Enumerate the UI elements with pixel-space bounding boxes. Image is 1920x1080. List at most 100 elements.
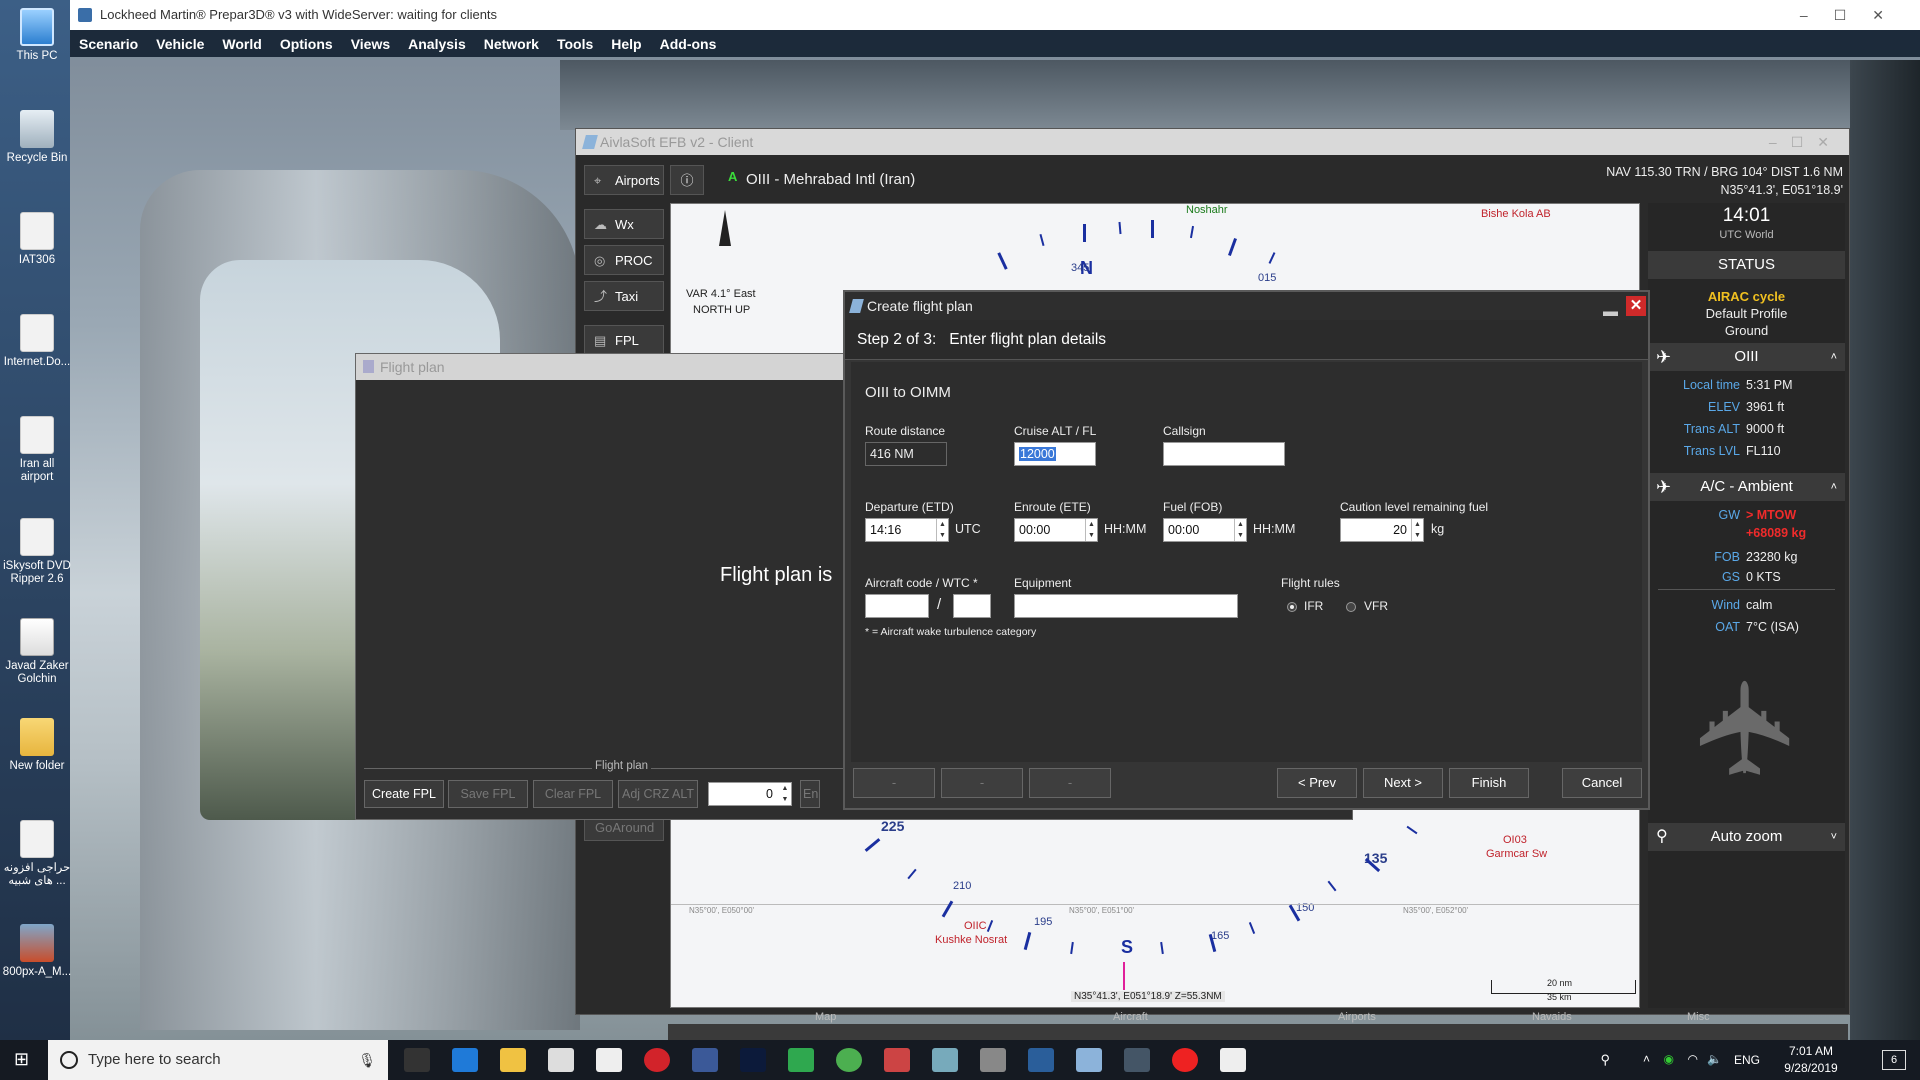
- windows-start-icon[interactable]: ⊞: [14, 1049, 29, 1070]
- people-icon[interactable]: ⚲: [1600, 1052, 1610, 1068]
- iran-airport-shortcut[interactable]: Iran all airport: [2, 416, 72, 484]
- menu-scenario[interactable]: Scenario: [79, 36, 138, 52]
- menu-options[interactable]: Options: [280, 36, 333, 52]
- photos-icon[interactable]: [1220, 1048, 1246, 1072]
- fuel-stepper[interactable]: 00:00 ▲ ▼: [1163, 518, 1247, 542]
- save-fpl-button[interactable]: Save FPL: [448, 780, 528, 808]
- iat306-shortcut[interactable]: IAT306: [2, 212, 72, 267]
- ifr-radio[interactable]: [1287, 602, 1297, 612]
- volume-icon[interactable]: 🔈: [1707, 1052, 1722, 1066]
- prev-button[interactable]: < Prev: [1277, 768, 1357, 798]
- taxi-button[interactable]: ⤴ Taxi: [584, 281, 664, 311]
- recycle-bin-shortcut[interactable]: Recycle Bin: [2, 110, 72, 165]
- task-view-icon[interactable]: [404, 1048, 430, 1072]
- wifi-icon[interactable]: ◠: [1688, 1052, 1698, 1066]
- aircraft-section-header[interactable]: ✈ A/C - Ambient ˄: [1648, 473, 1845, 501]
- fpl-button[interactable]: ▤ FPL: [584, 325, 664, 355]
- record-icon[interactable]: [1172, 1048, 1198, 1072]
- wtc-input[interactable]: [953, 594, 991, 618]
- enroute-stepper[interactable]: 00:00 ▲ ▼: [1014, 518, 1098, 542]
- notification-badge[interactable]: 6: [1882, 1050, 1906, 1070]
- efb-status-panel: 14:01 UTC World STATUS AIRAC cycle Defau…: [1648, 203, 1845, 1008]
- compass-tick: [1151, 220, 1154, 238]
- store-icon[interactable]: [548, 1048, 574, 1072]
- utorrent-icon[interactable]: [836, 1048, 862, 1072]
- menu-help[interactable]: Help: [611, 36, 641, 52]
- menu-vehicle[interactable]: Vehicle: [156, 36, 204, 52]
- caution-fuel-stepper[interactable]: 20 ▲ ▼: [1340, 518, 1424, 542]
- toolbar-group-map: Map: [815, 1011, 837, 1023]
- edge-icon[interactable]: [452, 1048, 478, 1072]
- airport-section-header[interactable]: ✈ OIII ˄: [1648, 343, 1845, 371]
- map-orientation: NORTH UP: [693, 304, 751, 316]
- menu-world[interactable]: World: [222, 36, 261, 52]
- javad-shortcut[interactable]: Javad Zaker Golchin: [2, 618, 72, 686]
- cruise-alt-input[interactable]: 12000: [1014, 442, 1096, 466]
- efb-bottom-toolbar[interactable]: [668, 1024, 1848, 1040]
- iskysoft-shortcut[interactable]: iSkysoft DVD Ripper 2.6: [2, 518, 72, 586]
- equipment-input[interactable]: [1014, 594, 1238, 618]
- efb-taskbar-icon[interactable]: [932, 1048, 958, 1072]
- departure-stepper[interactable]: 14:16 ▲ ▼: [865, 518, 949, 542]
- stepper-arrows-icon[interactable]: ▲ ▼: [1234, 519, 1246, 541]
- blank-button-1[interactable]: -: [853, 768, 935, 798]
- clock-time[interactable]: 7:01 AM: [1776, 1044, 1846, 1058]
- vfr-radio[interactable]: [1346, 602, 1356, 612]
- stepper-arrows-icon[interactable]: ▲ ▼: [1411, 519, 1423, 541]
- close-icon[interactable]: ✕: [1626, 296, 1646, 316]
- aircraft-section-label: A/C - Ambient: [1700, 478, 1793, 495]
- file-explorer-icon[interactable]: [500, 1048, 526, 1072]
- new-folder-shortcut[interactable]: New folder: [2, 718, 72, 773]
- chevron-up-icon[interactable]: ˄: [1643, 1052, 1650, 1066]
- opera-icon[interactable]: [644, 1048, 670, 1072]
- p3d-taskbar-icon[interactable]: [1028, 1048, 1054, 1072]
- image-shortcut[interactable]: 800px-A_M...: [2, 924, 72, 979]
- airport-row: Local time 5:31 PM: [1648, 375, 1845, 395]
- app-icon[interactable]: [1124, 1048, 1150, 1072]
- clock-date[interactable]: 9/28/2019: [1776, 1061, 1846, 1075]
- window-controls[interactable]: –☐✕: [1800, 0, 1910, 30]
- app-icon[interactable]: [884, 1048, 910, 1072]
- network-status-icon[interactable]: ◉: [1664, 1052, 1674, 1066]
- next-button[interactable]: Next >: [1363, 768, 1443, 798]
- adj-crz-alt-button[interactable]: Adj CRZ ALT: [618, 780, 698, 808]
- grid-label: N35°00', E050°00': [689, 906, 755, 915]
- efb-window-controls[interactable]: –☐✕: [1769, 129, 1843, 155]
- menu-tools[interactable]: Tools: [557, 36, 593, 52]
- blank-button-3[interactable]: -: [1029, 768, 1111, 798]
- partial-button[interactable]: En: [800, 780, 820, 808]
- autozoom-control[interactable]: ⚲ Auto zoom ˅: [1648, 823, 1845, 851]
- internet-download-shortcut[interactable]: Internet.Do...: [2, 314, 72, 369]
- this-pc-shortcut[interactable]: This PC: [2, 8, 72, 63]
- taskbar-search-box[interactable]: Type here to search 🎙: [48, 1040, 388, 1080]
- microphone-icon[interactable]: 🎙: [358, 1040, 376, 1080]
- create-fpl-button[interactable]: Create FPL: [364, 780, 444, 808]
- persian-file-shortcut[interactable]: حراجی افزونه های شبیه ...: [2, 820, 72, 888]
- callsign-input[interactable]: [1163, 442, 1285, 466]
- app-icon[interactable]: [980, 1048, 1006, 1072]
- facebook-icon[interactable]: [692, 1048, 718, 1072]
- info-button[interactable]: ⓘ: [670, 165, 704, 195]
- efb-client-taskbar-icon[interactable]: [1076, 1048, 1102, 1072]
- wx-button[interactable]: ☁ Wx: [584, 209, 664, 239]
- menu-network[interactable]: Network: [484, 36, 539, 52]
- language-indicator[interactable]: ENG: [1734, 1053, 1760, 1067]
- airports-button[interactable]: ⌖ Airports: [584, 165, 664, 195]
- row-key: Trans ALT: [1683, 422, 1740, 436]
- stepper-arrows-icon[interactable]: ▲ ▼: [779, 783, 791, 805]
- stepper-arrows-icon[interactable]: ▲ ▼: [936, 519, 948, 541]
- clear-fpl-button[interactable]: Clear FPL: [533, 780, 613, 808]
- menu-views[interactable]: Views: [351, 36, 390, 52]
- photoshop-icon[interactable]: [740, 1048, 766, 1072]
- blank-button-2[interactable]: -: [941, 768, 1023, 798]
- flight-app-icon[interactable]: [788, 1048, 814, 1072]
- alt-adjust-stepper[interactable]: 0 ▲ ▼: [708, 782, 792, 806]
- proc-button[interactable]: ◎ PROC: [584, 245, 664, 275]
- aircraft-code-input[interactable]: [865, 594, 929, 618]
- mail-icon[interactable]: [596, 1048, 622, 1072]
- menu-addons[interactable]: Add-ons: [660, 36, 717, 52]
- menu-analysis[interactable]: Analysis: [408, 36, 466, 52]
- finish-button[interactable]: Finish: [1449, 768, 1529, 798]
- cancel-button[interactable]: Cancel: [1562, 768, 1642, 798]
- stepper-arrows-icon[interactable]: ▲ ▼: [1085, 519, 1097, 541]
